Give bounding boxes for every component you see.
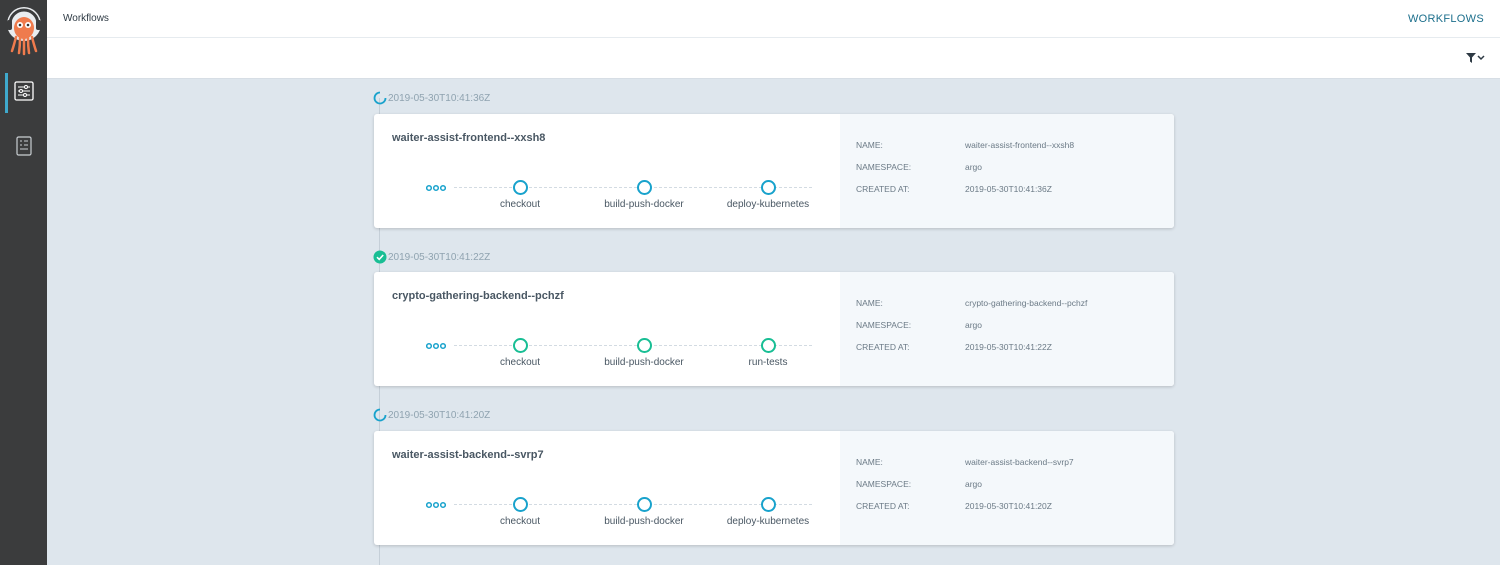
workflow-graph: checkout build-push-docker deploy-kubern… [414,180,834,220]
step-node-icon [636,180,652,195]
workflow-step[interactable]: checkout [450,338,590,378]
timestamp: 2019-05-30T10:41:20Z [388,409,491,421]
sidebar-item-templates[interactable] [0,128,47,168]
detail-value: argo [965,162,983,172]
detail-value: waiter-assist-backend--svrp7 [965,457,1074,467]
page-title: Workflows [63,13,109,24]
running-status-icon [373,408,387,422]
workflow-step[interactable]: checkout [450,497,590,537]
detail-value: 2019-05-30T10:41:36Z [965,184,1052,194]
detail-created: CREATED AT: 2019-05-30T10:41:36Z [856,184,1052,194]
workflow-card[interactable]: crypto-gathering-backend--pchzf checkout… [374,272,1174,386]
timestamp-row: 2019-05-30T10:41:36Z [373,91,490,105]
workflow-step[interactable]: build-push-docker [574,338,714,378]
timestamp-row: 2019-05-30T10:41:22Z [373,250,490,264]
detail-key: NAMESPACE: [856,479,912,489]
running-status-icon [373,91,387,105]
step-label: run-tests [748,357,788,368]
detail-key: CREATED AT: [856,184,910,194]
detail-key: CREATED AT: [856,342,910,352]
workflow-details: NAME: crypto-gathering-backend--pchzf NAM… [840,272,1174,386]
step-node-icon [512,180,528,195]
detail-name: NAME: waiter-assist-backend--svrp7 [856,457,1074,467]
step-label: build-push-docker [604,357,684,368]
timestamp: 2019-05-30T10:41:36Z [388,92,491,104]
workflow-name: crypto-gathering-backend--pchzf [392,290,564,302]
detail-key: CREATED AT: [856,501,910,511]
detail-value: 2019-05-30T10:41:20Z [965,501,1052,511]
workflow-details: NAME: waiter-assist-frontend--xxsh8 NAMES… [840,114,1174,228]
detail-value: 2019-05-30T10:41:22Z [965,342,1052,352]
sidebar [0,0,47,565]
detail-key: NAME: [856,140,883,150]
workflow-step[interactable]: deploy-kubernetes [698,180,838,220]
step-node-icon [760,338,776,353]
detail-value: waiter-assist-frontend--xxsh8 [965,140,1075,150]
detail-key: NAMESPACE: [856,162,912,172]
step-label: build-push-docker [604,516,684,527]
detail-value: argo [965,320,983,330]
workflow-name: waiter-assist-frontend--xxsh8 [392,132,546,144]
detail-name: NAME: waiter-assist-frontend--xxsh8 [856,140,1074,150]
workflow-graph: checkout build-push-docker deploy-kubern… [414,497,834,537]
success-check-icon [373,250,387,264]
detail-key: NAME: [856,457,883,467]
more-steps-icon [425,180,447,192]
top-bar: Workflows WORKFLOWS [47,0,1500,38]
detail-namespace: NAMESPACE: argo [856,320,982,330]
workflow-card[interactable]: waiter-assist-backend--svrp7 checkout bu… [374,431,1174,545]
more-steps-icon [425,338,447,350]
step-label: checkout [499,199,541,210]
document-list-icon [15,135,32,161]
step-label: checkout [499,516,541,527]
toolbar [47,38,1500,79]
detail-created: CREATED AT: 2019-05-30T10:41:22Z [856,342,1052,352]
step-label: deploy-kubernetes [726,516,810,527]
step-node-icon [636,338,652,353]
step-label: checkout [499,357,541,368]
step-node-icon [760,497,776,512]
sliders-icon [13,80,34,106]
step-label: deploy-kubernetes [726,199,810,210]
step-node-icon [760,180,776,195]
filter-funnel-icon [1466,50,1486,68]
argo-logo[interactable] [5,6,43,56]
workflow-card[interactable]: waiter-assist-frontend--xxsh8 checkout b… [374,114,1174,228]
detail-namespace: NAMESPACE: argo [856,479,982,489]
workflow-step[interactable]: run-tests [698,338,838,378]
section-title: WORKFLOWS [1407,13,1484,25]
detail-value: crypto-gathering-backend--pchzf [965,298,1088,308]
workflow-step[interactable]: build-push-docker [574,180,714,220]
detail-created: CREATED AT: 2019-05-30T10:41:20Z [856,501,1052,511]
timestamp-row: 2019-05-30T10:41:20Z [373,408,490,422]
workflow-name: waiter-assist-backend--svrp7 [392,449,544,461]
sidebar-item-workflows[interactable] [0,73,47,113]
timestamp: 2019-05-30T10:41:22Z [388,251,491,263]
more-steps-icon [425,497,447,509]
detail-value: argo [965,479,983,489]
workflow-step[interactable]: deploy-kubernetes [698,497,838,537]
step-node-icon [512,497,528,512]
step-node-icon [636,497,652,512]
detail-namespace: NAMESPACE: argo [856,162,982,172]
step-label: build-push-docker [604,199,684,210]
workflow-graph: checkout build-push-docker run-tests [414,338,834,378]
filter-button[interactable] [1466,52,1486,66]
workflow-step[interactable]: build-push-docker [574,497,714,537]
detail-key: NAMESPACE: [856,320,912,330]
detail-name: NAME: crypto-gathering-backend--pchzf [856,298,1087,308]
workflow-step[interactable]: checkout [450,180,590,220]
workflow-details: NAME: waiter-assist-backend--svrp7 NAMESP… [840,431,1174,545]
step-node-icon [512,338,528,353]
detail-key: NAME: [856,298,883,308]
